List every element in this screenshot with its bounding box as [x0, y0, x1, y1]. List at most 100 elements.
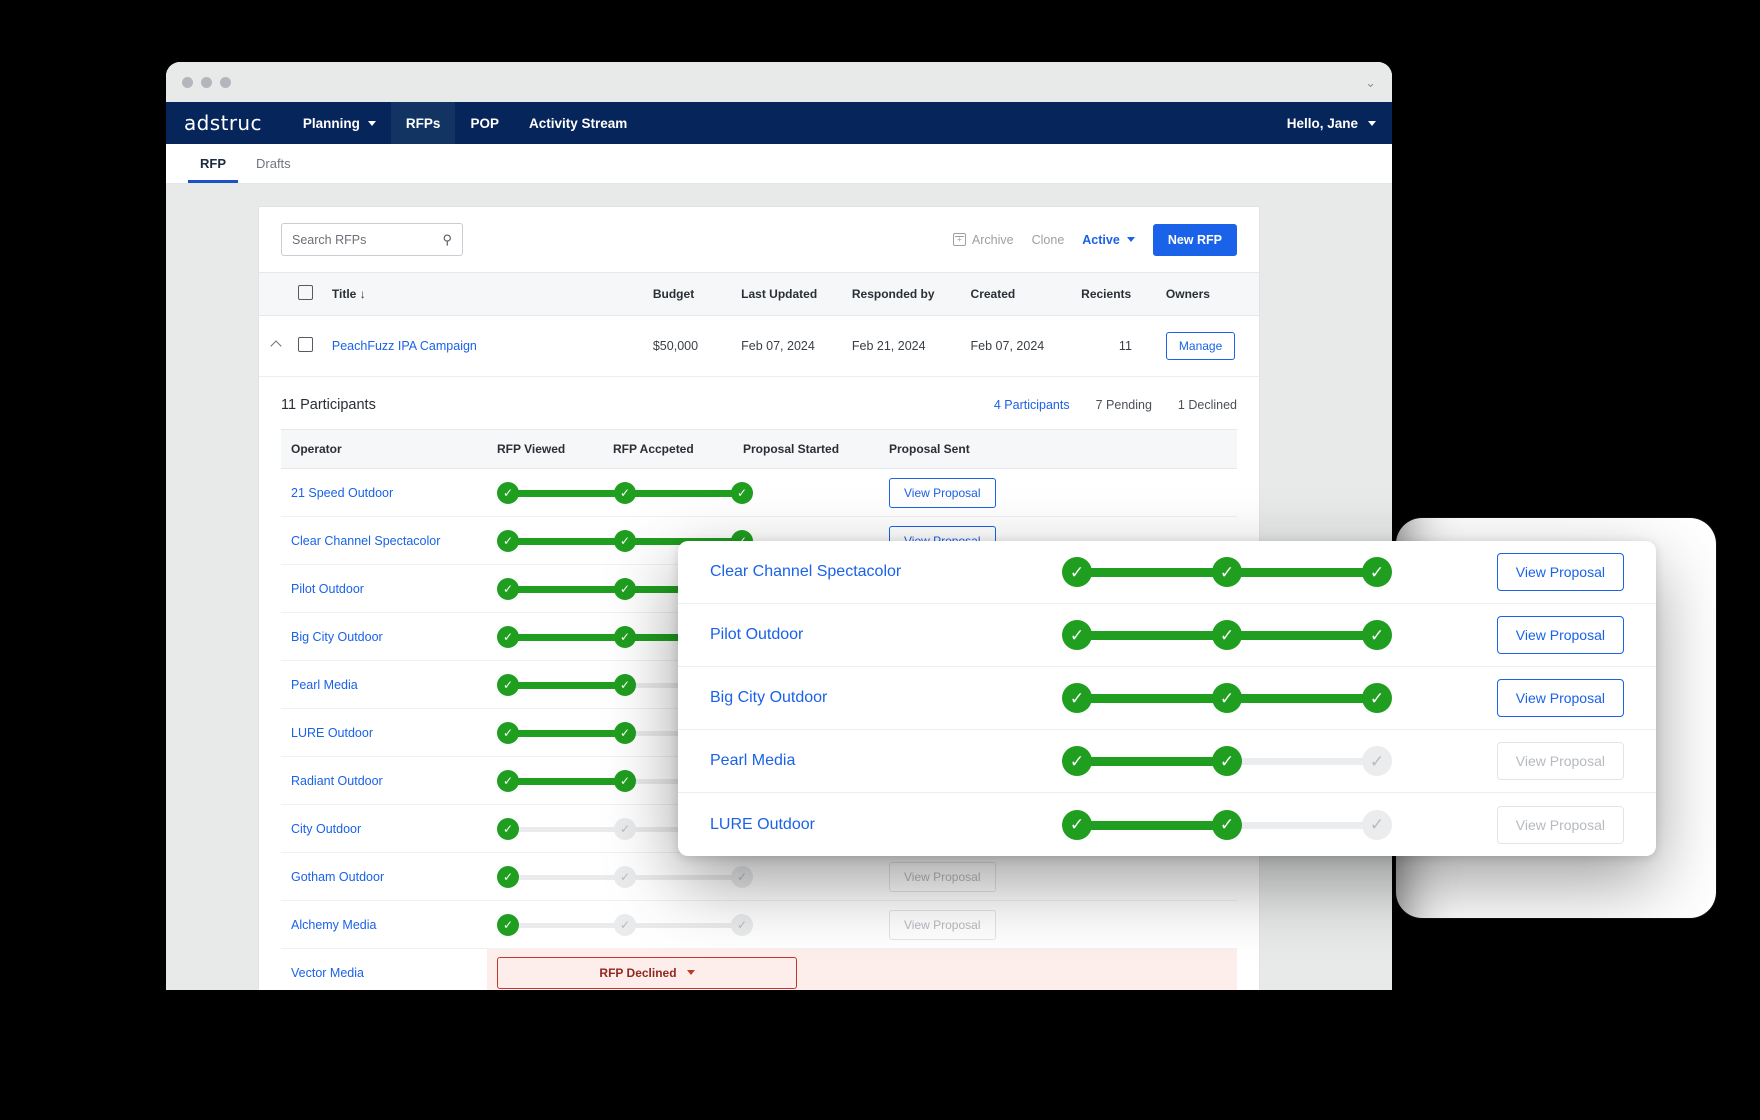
overlay-action-wrap: View Proposal: [1496, 616, 1624, 654]
cell-responded-by: Feb 21, 2024: [845, 315, 965, 377]
cell-operator: LURE Outdoor: [281, 708, 487, 757]
chevron-down-icon[interactable]: ⌄: [1365, 76, 1376, 89]
rfp-title-link[interactable]: PeachFuzz IPA Campaign: [332, 339, 477, 353]
progress-step-1-complete: ✓: [497, 577, 519, 600]
col-header-owners[interactable]: Owners: [1159, 272, 1259, 316]
overlay-action-wrap: View Proposal: [1496, 679, 1624, 717]
nav-item-activity-stream[interactable]: Activity Stream: [514, 102, 642, 144]
overlay-operator-link[interactable]: Big City Outdoor: [710, 689, 1062, 707]
operator-link[interactable]: Pearl Media: [291, 678, 358, 692]
cell-operator: Big City Outdoor: [281, 612, 487, 661]
row-checkbox[interactable]: [298, 337, 314, 352]
col-header-title[interactable]: Title ↓: [325, 272, 647, 316]
brand-logo[interactable]: adstruc: [184, 102, 288, 144]
col-header-recients[interactable]: Recients: [1075, 272, 1160, 316]
progress-step-3-complete: ✓: [1362, 557, 1392, 587]
nav-item-pop[interactable]: POP: [455, 102, 514, 144]
progress-step-3-incomplete: ✓: [731, 865, 753, 888]
close-icon[interactable]: [182, 76, 193, 88]
overlay-operator-link[interactable]: LURE Outdoor: [710, 816, 1062, 834]
progress-step-2-complete: ✓: [614, 769, 636, 792]
col-header-created[interactable]: Created: [964, 272, 1076, 316]
select-all-header: [292, 272, 326, 316]
progress-step-2-complete: ✓: [1212, 809, 1242, 840]
status-filter-dropdown[interactable]: Active: [1082, 233, 1135, 247]
progress-step-3-incomplete: ✓: [1362, 746, 1392, 776]
chevron-down-icon: [1126, 237, 1135, 242]
col-header-proposal-started: Proposal Started: [733, 429, 879, 469]
minimize-icon[interactable]: [201, 76, 212, 88]
nav-item-label: RFPs: [405, 115, 441, 131]
progress-step-1-complete: ✓: [1062, 557, 1092, 587]
progress-step-2-incomplete: ✓: [614, 913, 636, 936]
cell-operator: Clear Channel Spectacolor: [281, 516, 487, 565]
col-header-responded-by[interactable]: Responded by: [845, 272, 965, 316]
cell-progress: ✓ ✓ ✓: [487, 900, 879, 949]
nav-items: Planning RFPs POP Activity Stream: [288, 102, 642, 144]
view-proposal-button[interactable]: View Proposal: [1496, 616, 1624, 654]
col-header-last-updated[interactable]: Last Updated: [735, 272, 846, 316]
cell-created: Feb 07, 2024: [964, 315, 1076, 377]
progress-rail: ✓ ✓ ✓: [497, 865, 753, 888]
overlay-action-wrap: View Proposal: [1496, 805, 1624, 844]
participants-stats: 4 Participants 7 Pending 1 Declined: [994, 398, 1237, 412]
search-icon[interactable]: ⚲: [442, 232, 452, 248]
progress-step-1-complete: ✓: [497, 481, 519, 504]
col-header-rfp-accepted: RFP Accpeted: [603, 429, 733, 469]
overlay-operator-link[interactable]: Pearl Media: [710, 752, 1062, 770]
overlay-operator-link[interactable]: Clear Channel Spectacolor: [710, 563, 1062, 581]
tab-rfp[interactable]: RFP: [188, 144, 238, 183]
progress-step-3-complete: ✓: [1362, 683, 1392, 713]
progress-step-2-complete: ✓: [614, 529, 636, 552]
col-header-operator: Operator: [281, 429, 487, 469]
user-menu[interactable]: Hello, Jane: [1287, 102, 1376, 144]
operator-link[interactable]: Alchemy Media: [291, 918, 376, 932]
new-rfp-button[interactable]: New RFP: [1152, 223, 1237, 256]
rfp-table-head: Title ↓ Budget Last Updated Responded by…: [259, 272, 1259, 316]
operator-link[interactable]: 21 Speed Outdoor: [291, 486, 393, 500]
progress-step-1-complete: ✓: [1062, 620, 1092, 650]
view-proposal-button[interactable]: View Proposal: [1496, 553, 1624, 591]
progress-step-1-complete: ✓: [497, 625, 519, 648]
progress-step-1-complete: ✓: [1062, 809, 1092, 840]
search-box[interactable]: ⚲: [281, 223, 463, 256]
progress-step-2-complete: ✓: [614, 481, 636, 504]
operator-link[interactable]: Big City Outdoor: [291, 630, 383, 644]
nav-item-rfps[interactable]: RFPs: [390, 102, 456, 144]
select-all-checkbox[interactable]: [298, 285, 314, 300]
manage-button[interactable]: Manage: [1165, 332, 1236, 360]
stat-pending: 7 Pending: [1095, 398, 1152, 412]
operator-link[interactable]: Vector Media: [291, 966, 364, 980]
archive-button[interactable]: Archive: [952, 233, 1014, 247]
participants-table-head: Operator RFP Viewed RFP Accpeted Proposa…: [281, 429, 1237, 469]
operator-link[interactable]: Gotham Outdoor: [291, 870, 384, 884]
view-proposal-button[interactable]: View Proposal: [1496, 679, 1624, 717]
expand-column-header: [259, 272, 293, 316]
operator-link[interactable]: Radiant Outdoor: [291, 774, 383, 788]
rfp-declined-button[interactable]: RFP Declined: [497, 956, 797, 989]
operator-link[interactable]: Pilot Outdoor: [291, 582, 364, 596]
search-input[interactable]: [292, 232, 432, 247]
cell-progress: ✓ ✓ ✓: [487, 468, 879, 517]
maximize-icon[interactable]: [220, 76, 231, 88]
screenshot-stage: ⌄ adstruc Planning RFPs POP Activity Str…: [0, 0, 1760, 1120]
tab-drafts[interactable]: Drafts: [244, 144, 303, 183]
view-proposal-button[interactable]: View Proposal: [889, 477, 996, 508]
stat-participants[interactable]: 4 Participants: [994, 398, 1070, 412]
main-navbar: adstruc Planning RFPs POP Activity Strea…: [166, 102, 1392, 144]
clone-button[interactable]: Clone: [1032, 233, 1065, 247]
sub-tabs: RFP Drafts: [166, 144, 1392, 184]
row-expand-toggle[interactable]: [259, 315, 293, 377]
user-greeting: Hello, Jane: [1286, 115, 1358, 131]
archive-icon: [952, 233, 966, 246]
progress-step-3-incomplete: ✓: [1362, 809, 1392, 840]
progress-step-2-incomplete: ✓: [614, 865, 636, 888]
nav-item-planning[interactable]: Planning: [288, 102, 391, 144]
col-header-budget[interactable]: Budget: [646, 272, 736, 316]
chevron-down-icon: [686, 970, 695, 975]
operator-link[interactable]: Clear Channel Spectacolor: [291, 534, 440, 548]
status-filter-label: Active: [1082, 232, 1120, 247]
overlay-operator-link[interactable]: Pilot Outdoor: [710, 626, 1062, 644]
operator-link[interactable]: LURE Outdoor: [291, 726, 373, 740]
operator-link[interactable]: City Outdoor: [291, 822, 361, 836]
